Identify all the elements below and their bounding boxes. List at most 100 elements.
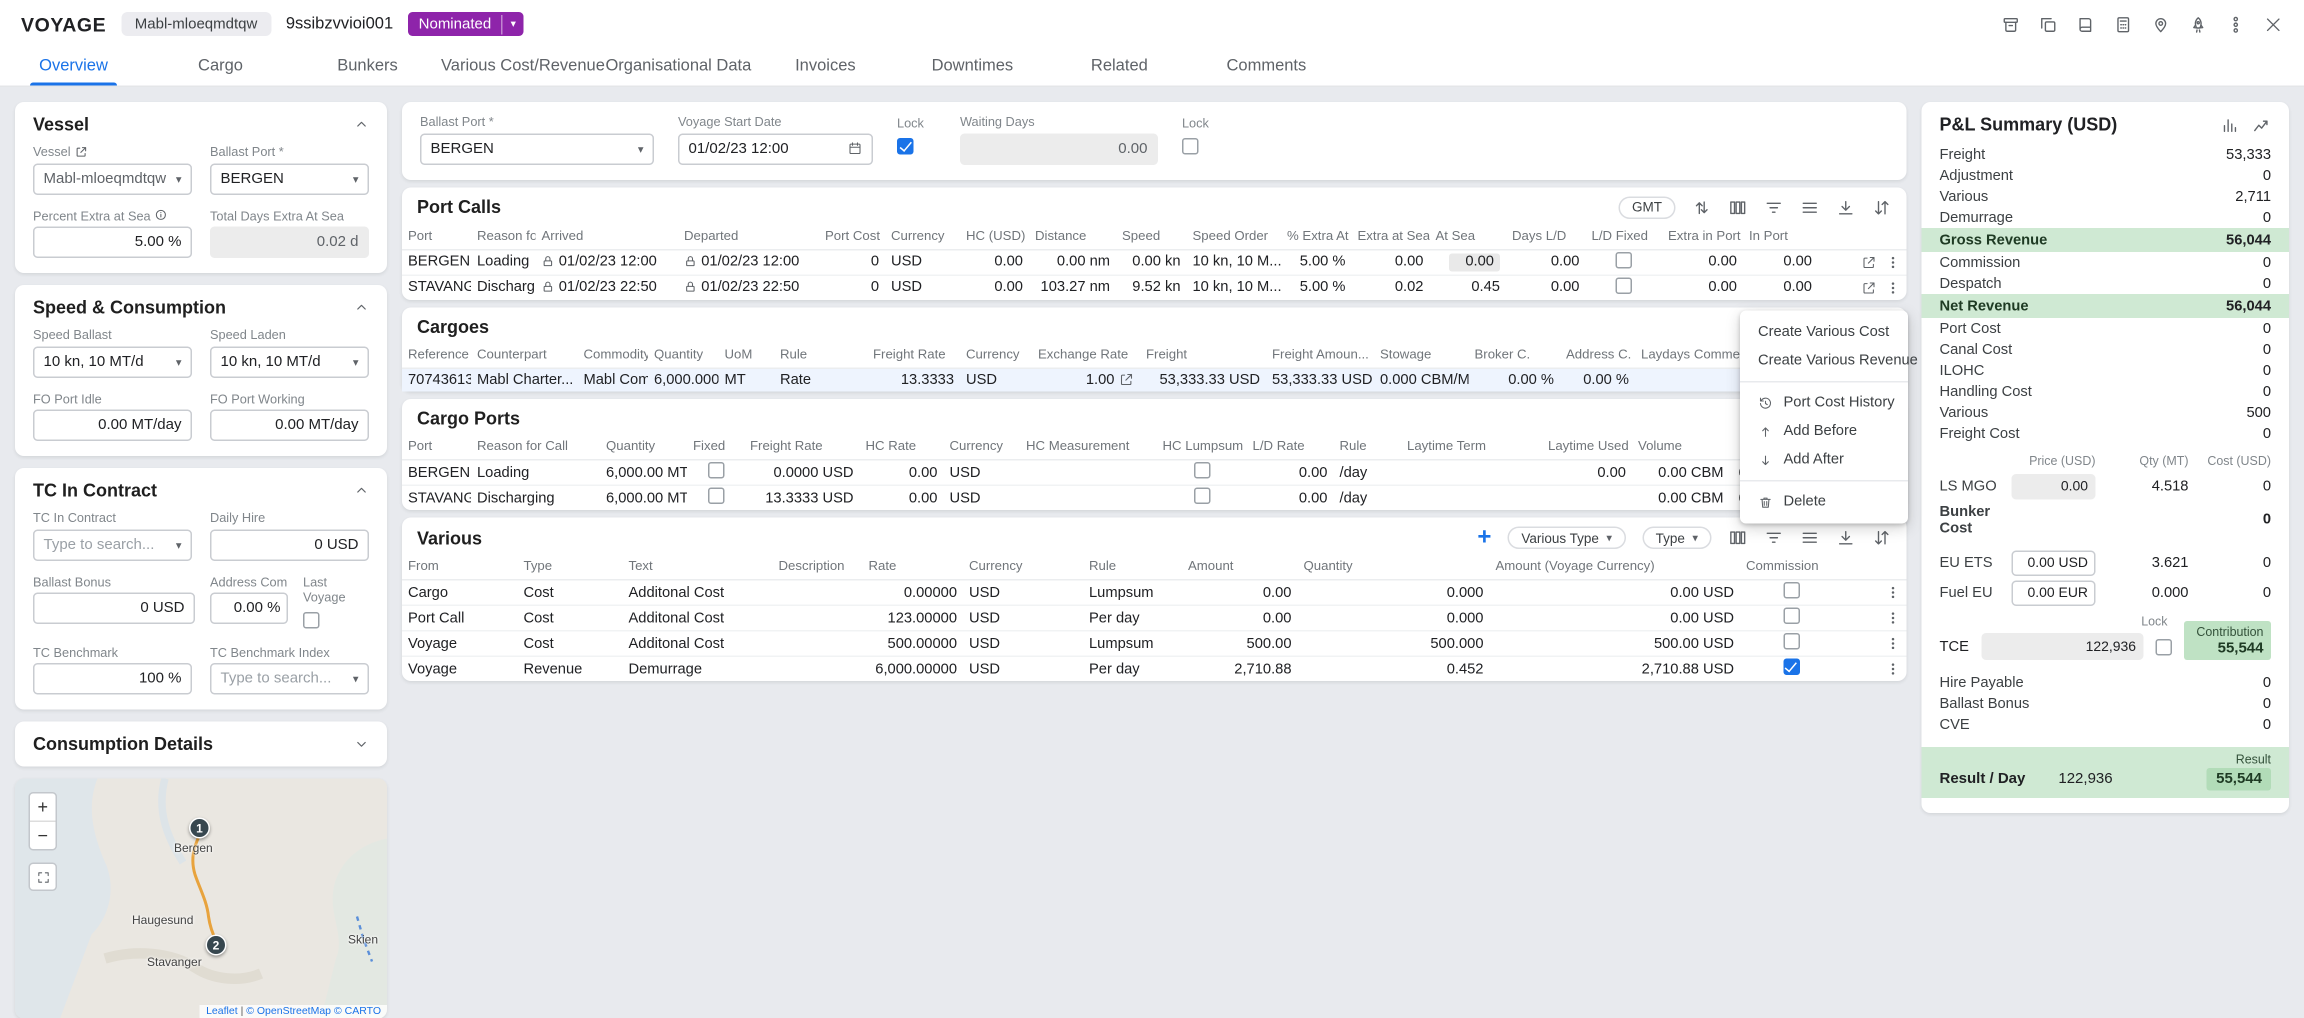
- cell[interactable]: 0.45: [1430, 275, 1507, 300]
- cell[interactable]: 70743613: [402, 368, 471, 392]
- cell[interactable]: USD: [963, 605, 1083, 631]
- cell[interactable]: USD: [944, 485, 1021, 510]
- rocket-icon[interactable]: [2189, 14, 2209, 34]
- cell[interactable]: 0.000: [1298, 580, 1490, 606]
- cell[interactable]: BERGEN: [402, 249, 471, 275]
- collapse-chevron-icon[interactable]: [354, 117, 369, 132]
- menu-item-delete[interactable]: Delete: [1740, 488, 1908, 517]
- cell[interactable]: USD: [963, 580, 1083, 606]
- cell[interactable]: Mabl Commo...: [578, 368, 649, 392]
- zoom-in-button[interactable]: +: [30, 794, 56, 821]
- cell[interactable]: [1020, 460, 1157, 486]
- cell[interactable]: 0.00: [1182, 605, 1298, 631]
- cell[interactable]: 6,000.000: [648, 368, 719, 392]
- cell[interactable]: USD: [944, 460, 1021, 486]
- cell[interactable]: MT: [719, 368, 775, 392]
- cell[interactable]: Voyage: [402, 631, 518, 657]
- daily-hire-input[interactable]: 0 USD: [210, 529, 369, 561]
- tc-in-contract-search[interactable]: Type to search...▾: [33, 529, 192, 561]
- archive-icon[interactable]: [2001, 14, 2021, 34]
- table-row[interactable]: 70743613 Mabl Charter... Mabl Commo... 6…: [402, 368, 1907, 392]
- cell[interactable]: Revenue: [518, 656, 623, 681]
- cell[interactable]: [1401, 460, 1542, 486]
- cell[interactable]: Lumpsum: [1083, 631, 1182, 657]
- cell[interactable]: 0.00: [1506, 275, 1586, 300]
- cell[interactable]: 0.00 USD: [1490, 605, 1741, 631]
- cell[interactable]: Loading: [471, 460, 600, 486]
- sort-icon[interactable]: [1692, 197, 1712, 217]
- hc-lumpsum-checkbox[interactable]: [1193, 462, 1210, 479]
- ls-mgo-price-input[interactable]: 0.00: [2012, 473, 2096, 499]
- cell[interactable]: Demurrage: [623, 656, 773, 681]
- cell[interactable]: 13.3333 USD: [744, 485, 860, 510]
- more-icon f[interactable]: [2226, 14, 2246, 34]
- row-more-icon[interactable]: [1886, 662, 1901, 677]
- speed-ballast-select[interactable]: 10 kn, 10 MT/d▾: [33, 346, 192, 378]
- commission-checkbox[interactable]: [1783, 582, 1800, 599]
- cell[interactable]: [687, 460, 744, 486]
- tab-comments[interactable]: Comments: [1193, 48, 1340, 86]
- fo-port-working-input[interactable]: 0.00 MT/day: [210, 410, 369, 442]
- cell[interactable]: Rate: [774, 368, 867, 392]
- cell[interactable]: 500.00000: [863, 631, 964, 657]
- cell[interactable]: [773, 580, 863, 606]
- cell[interactable]: [773, 605, 863, 631]
- ld-fixed-checkbox[interactable]: [1616, 251, 1633, 268]
- cell[interactable]: 13.3333: [867, 368, 960, 392]
- speed-laden-select[interactable]: 10 kn, 10 MT/d▾: [210, 346, 369, 378]
- status-caret-icon[interactable]: ▾: [502, 14, 524, 34]
- cell[interactable]: 53,333.33 USD: [1266, 368, 1374, 392]
- download-icon[interactable]: [1836, 528, 1856, 548]
- address-commission-input[interactable]: 0.00 %: [210, 593, 288, 625]
- cell[interactable]: USD: [885, 275, 960, 300]
- hc-lumpsum-checkbox[interactable]: [1193, 488, 1210, 505]
- cell[interactable]: 01/02/23 12:00: [536, 249, 679, 275]
- menu-item-add-before[interactable]: Add Before: [1740, 417, 1908, 446]
- cell[interactable]: 0.00: [860, 485, 944, 510]
- fo-port-idle-input[interactable]: 0.00 MT/day: [33, 410, 192, 442]
- calendar-icon[interactable]: [848, 141, 863, 156]
- cell[interactable]: 2,710.88 USD: [1490, 656, 1741, 681]
- bar-chart-icon[interactable]: [2220, 115, 2240, 135]
- cell[interactable]: [1586, 249, 1663, 275]
- table-row[interactable]: Port Call Cost Additonal Cost 123.00000 …: [402, 605, 1907, 631]
- cell[interactable]: 10 kn, 10 M...: [1187, 275, 1282, 300]
- cell[interactable]: 123.00000: [863, 605, 964, 631]
- cell[interactable]: Additonal Cost: [623, 631, 773, 657]
- table-row[interactable]: STAVANGER Discharging 6,000.00 MT 13.333…: [402, 485, 1907, 510]
- cell[interactable]: BERGEN: [402, 460, 471, 486]
- lock-checkbox-start-date[interactable]: [897, 138, 914, 155]
- cell[interactable]: 0.00: [1743, 249, 1818, 275]
- cell[interactable]: 0.00 CBM: [1632, 485, 1730, 510]
- cell[interactable]: Port Call: [402, 605, 518, 631]
- voyage-start-date-input[interactable]: 01/02/23 12:00: [678, 133, 873, 165]
- open-in-new-icon[interactable]: [1862, 254, 1877, 269]
- cell[interactable]: 0.00: [860, 460, 944, 486]
- tab-downtimes[interactable]: Downtimes: [899, 48, 1046, 86]
- download-icon[interactable]: [1836, 197, 1856, 217]
- cell[interactable]: 0.00: [1542, 460, 1632, 486]
- fixed-checkbox[interactable]: [707, 488, 724, 505]
- cell[interactable]: 0.0000 USD: [744, 460, 860, 486]
- cell[interactable]: 0.00: [1743, 275, 1818, 300]
- cell[interactable]: 0.452: [1298, 656, 1490, 681]
- ld-fixed-checkbox[interactable]: [1616, 277, 1633, 294]
- cell[interactable]: [1740, 605, 1842, 631]
- table-row[interactable]: BERGEN Loading 01/02/23 12:00 01/02/23 1…: [402, 249, 1907, 275]
- map-marker-2[interactable]: 2: [206, 935, 227, 956]
- tab-invoices[interactable]: Invoices: [752, 48, 899, 86]
- ballast-port-select-main[interactable]: BERGEN▾: [420, 133, 654, 165]
- timezone-chip[interactable]: GMT: [1619, 196, 1676, 219]
- cell[interactable]: 0.02: [1352, 275, 1430, 300]
- cell[interactable]: 0.00: [1662, 275, 1743, 300]
- percent-extra-input[interactable]: 5.00 %: [33, 227, 192, 259]
- cell[interactable]: 0.00: [1247, 460, 1334, 486]
- table-row[interactable]: Cargo Cost Additonal Cost 0.00000 USD Lu…: [402, 580, 1907, 606]
- fuel-eu-price-input[interactable]: 0.00 EUR: [2012, 580, 2096, 606]
- cell[interactable]: 500.00: [1182, 631, 1298, 657]
- row-more-icon[interactable]: [1886, 611, 1901, 626]
- cell[interactable]: Cost: [518, 605, 623, 631]
- cell[interactable]: 0: [819, 275, 885, 300]
- zoom-out-button[interactable]: −: [30, 822, 56, 849]
- tce-lock-checkbox[interactable]: [2156, 638, 2173, 655]
